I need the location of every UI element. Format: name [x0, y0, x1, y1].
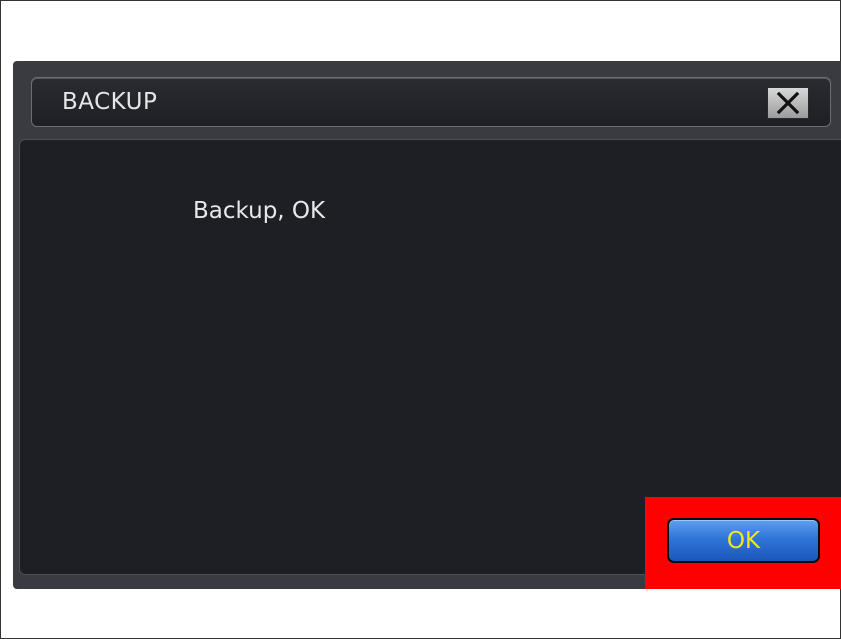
dialog-title: BACKUP [62, 89, 158, 115]
ok-button-highlight: OK [645, 497, 841, 589]
dialog-title-bar: BACKUP [31, 77, 831, 127]
close-icon [776, 92, 800, 114]
backup-dialog: BACKUP Backup, OK OK [13, 61, 841, 589]
close-button[interactable] [767, 87, 809, 119]
status-message: Backup, OK [193, 198, 326, 224]
screenshot-frame: BACKUP Backup, OK OK [0, 0, 841, 639]
ok-button[interactable]: OK [667, 518, 820, 563]
